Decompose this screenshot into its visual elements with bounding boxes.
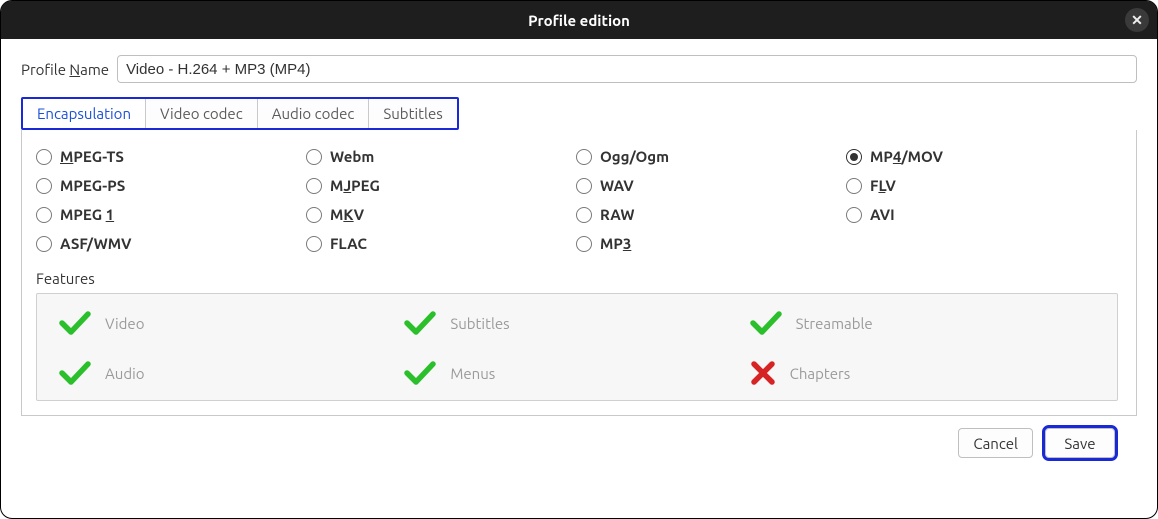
save-button[interactable]: Save [1045, 428, 1115, 458]
profile-name-label: Profile Name [21, 61, 109, 78]
radio-mpeg-ts[interactable]: MPEG-TS [36, 148, 306, 165]
feature-subtitles: Subtitles [404, 310, 749, 336]
radio-label: MP4/MOV [870, 148, 943, 165]
radio-webm[interactable]: Webm [306, 148, 576, 165]
radio-mp3[interactable]: MP3 [576, 235, 846, 252]
radio-label: ASF/WMV [60, 235, 132, 252]
feature-menus: Menus [404, 360, 749, 386]
radio-mkv[interactable]: MKV [306, 206, 576, 223]
window-title: Profile edition [528, 12, 630, 29]
check-icon [404, 310, 436, 336]
radio-label: Ogg/Ogm [600, 148, 669, 165]
radio-mpeg-ps[interactable]: MPEG-PS [36, 177, 306, 194]
radio-label: RAW [600, 206, 634, 223]
tabs-bar: Encapsulation Video codec Audio codec Su… [21, 97, 459, 130]
features-box: Video Subtitles Streamable Audio Menus C… [36, 293, 1118, 401]
radio-label: MPEG 1 [60, 206, 114, 223]
feature-video: Video [59, 310, 404, 336]
radio-raw[interactable]: RAW [576, 206, 846, 223]
radio-mjpeg[interactable]: MJPEG [306, 177, 576, 194]
tab-subtitles[interactable]: Subtitles [369, 99, 456, 128]
radio-asf[interactable]: ASF/WMV [36, 235, 306, 252]
radio-label: MPEG-TS [60, 148, 124, 165]
cancel-button[interactable]: Cancel [958, 428, 1033, 458]
check-icon [750, 310, 782, 336]
radio-ogg[interactable]: Ogg/Ogm [576, 148, 846, 165]
feature-label: Menus [450, 365, 495, 382]
radio-label: MPEG-PS [60, 177, 125, 194]
radio-mp4[interactable]: MP4/MOV [846, 148, 1118, 165]
close-button[interactable]: ✕ [1125, 8, 1149, 32]
feature-label: Chapters [790, 365, 851, 382]
check-icon [59, 310, 91, 336]
radio-label: FLAC [330, 235, 367, 252]
radio-mpeg1[interactable]: MPEG 1 [36, 206, 306, 223]
radio-label: MP3 [600, 235, 631, 252]
feature-label: Subtitles [450, 315, 509, 332]
radio-wav[interactable]: WAV [576, 177, 846, 194]
radio-flac[interactable]: FLAC [306, 235, 576, 252]
close-icon: ✕ [1131, 13, 1143, 27]
cross-icon [750, 360, 776, 386]
radio-label: WAV [600, 177, 634, 194]
profile-name-input[interactable] [117, 55, 1137, 83]
tab-encapsulation[interactable]: Encapsulation [23, 99, 146, 128]
encapsulation-panel: MPEG-TS Webm Ogg/Ogm MP4/MOV MPEG-PS MJP… [21, 130, 1137, 416]
feature-label: Audio [105, 365, 145, 382]
tab-audio-codec[interactable]: Audio codec [258, 99, 370, 128]
feature-chapters: Chapters [750, 360, 1095, 386]
tab-video-codec[interactable]: Video codec [146, 99, 258, 128]
radio-label: MKV [330, 206, 364, 223]
radio-avi[interactable]: AVI [846, 206, 1118, 223]
check-icon [59, 360, 91, 386]
radio-flv[interactable]: FLV [846, 177, 1118, 194]
features-title: Features [36, 270, 1118, 287]
radio-label: FLV [870, 177, 896, 194]
radio-label: AVI [870, 206, 895, 223]
radio-label: MJPEG [330, 177, 380, 194]
feature-label: Video [105, 315, 144, 332]
feature-streamable: Streamable [750, 310, 1095, 336]
feature-label: Streamable [796, 315, 873, 332]
radio-label: Webm [330, 148, 374, 165]
feature-audio: Audio [59, 360, 404, 386]
check-icon [404, 360, 436, 386]
titlebar: Profile edition ✕ [1, 1, 1157, 39]
